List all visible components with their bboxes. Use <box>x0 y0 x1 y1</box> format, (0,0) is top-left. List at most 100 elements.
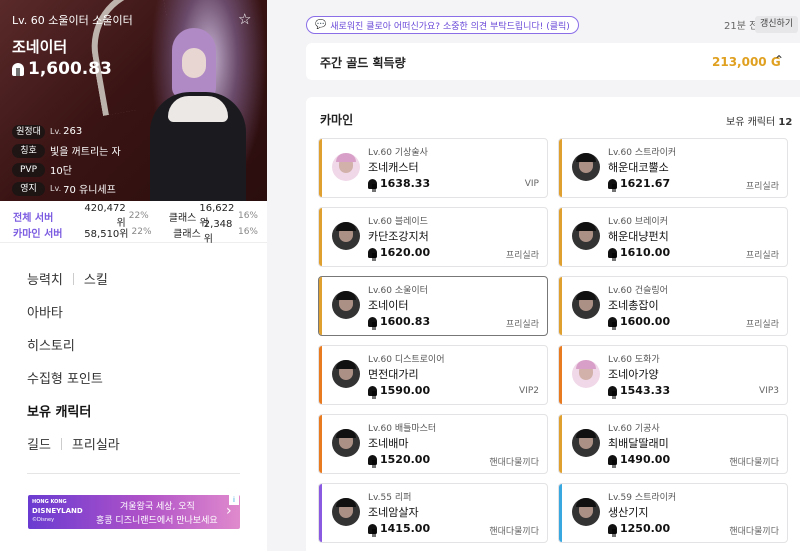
menu-guild[interactable]: 길드 <box>27 434 51 453</box>
card-item-level: 1415.00 <box>368 522 431 537</box>
card-item-level-value: 1250.00 <box>620 522 671 535</box>
roster-count-label: 보유 캐릭터 <box>726 117 776 128</box>
info-tag: PVP <box>12 162 45 177</box>
helmet-icon <box>368 385 377 399</box>
character-avatar <box>572 153 600 181</box>
card-level-class: Lv.60 블레이드 <box>368 217 428 227</box>
card-level-class: Lv.60 건슬링어 <box>608 286 668 296</box>
updated-time: 21분 전 <box>724 21 759 32</box>
card-character-name: 카단조강지처 <box>368 230 429 243</box>
character-card[interactable]: Lv.60 블레이드 카단조강지처 1620.00 프리실라 <box>318 207 548 267</box>
rank-class-value: 2,348위 <box>203 219 233 245</box>
rank-pct: 22% <box>128 211 149 221</box>
menu-avatar[interactable]: 아바타 <box>27 295 120 328</box>
helmet-icon <box>12 62 24 76</box>
character-sidebar: Lv. 60 소울이터 소울이터 ☆ 조네이터 1,600.83 원정대 Lv.… <box>0 0 267 551</box>
class-color-bar <box>559 484 562 542</box>
card-item-level-value: 1600.83 <box>380 315 431 328</box>
refresh-button[interactable]: 갱신하기 <box>755 16 799 33</box>
card-character-name: 면전대가리 <box>368 368 419 381</box>
info-row-pvp: PVP 10단 <box>12 160 121 179</box>
character-avatar <box>572 360 600 388</box>
card-character-name: 조네이터 <box>368 299 409 312</box>
helmet-icon <box>608 178 617 192</box>
menu-collectibles[interactable]: 수집형 포인트 <box>27 361 120 394</box>
character-card[interactable]: Lv.60 디스트로이어 면전대가리 1590.00 VIP2 <box>318 345 548 405</box>
character-level-class: Lv. 60 소울이터 소울이터 <box>12 14 133 27</box>
info-prefix: Lv. <box>50 184 62 193</box>
character-card[interactable]: Lv.60 스트라이커 해운대코뿔소 1621.67 프리실라 <box>558 138 788 198</box>
card-item-level: 1610.00 <box>608 246 671 261</box>
card-server-tag: 핸대다물끼다 <box>489 527 539 537</box>
ad-banner[interactable]: HONG KONG DISNEYLAND ©Disney 겨울왕국 세상, 오직… <box>28 495 240 529</box>
card-item-level: 1543.33 <box>608 384 670 399</box>
card-item-level-value: 1638.33 <box>380 177 431 190</box>
card-server-tag: 프리실라 <box>505 320 539 330</box>
character-name: 조네이터 <box>12 38 68 56</box>
info-tag: 영지 <box>12 181 45 196</box>
character-avatar <box>572 222 600 250</box>
card-item-level: 1250.00 <box>608 522 671 537</box>
character-card[interactable]: Lv.60 건슬링어 조네총잡이 1600.00 프리실라 <box>558 276 788 336</box>
character-avatar <box>572 291 600 319</box>
weekly-gold-panel[interactable]: 주간 골드 획득량 213,000 G ⌃ <box>306 43 800 80</box>
character-card[interactable]: Lv.60 기공사 최배달딸래미 1490.00 핸대다물끼다 <box>558 414 788 474</box>
helmet-icon <box>368 316 377 330</box>
menu-server[interactable]: 프리실라 <box>72 434 120 453</box>
card-character-name: 조네캐스터 <box>368 161 419 174</box>
card-server-tag: 핸대다물끼다 <box>729 458 779 468</box>
side-menu: 능력치 스킬 아바타 히스토리 수집형 포인트 보유 캐릭터 길드 프리실라 <box>27 262 120 460</box>
feedback-link[interactable]: 💬 새로워진 클로아 어떠신가요? 소중한 의견 부탁드립니다! (클릭) <box>306 16 579 34</box>
favorite-star-icon[interactable]: ☆ <box>238 10 251 28</box>
menu-history[interactable]: 히스토리 <box>27 328 120 361</box>
item-level-value: 1,600.83 <box>28 59 112 79</box>
menu-skills[interactable]: 스킬 <box>84 269 108 288</box>
weekly-gold-label: 주간 골드 획득량 <box>320 56 406 70</box>
character-card[interactable]: Lv.60 배틀마스터 조네배마 1520.00 핸대다물끼다 <box>318 414 548 474</box>
card-item-level: 1490.00 <box>608 453 671 468</box>
helmet-icon <box>368 178 377 192</box>
ad-logo-small: ©Disney <box>32 517 55 523</box>
info-row-title: 칭호 빛을 꺼트리는 자 <box>12 141 121 160</box>
info-prefix: Lv. <box>50 127 62 136</box>
card-item-level: 1600.00 <box>608 315 671 330</box>
character-card[interactable]: Lv.60 브레이커 해운대냥펀치 1610.00 프리실라 <box>558 207 788 267</box>
chevron-up-icon[interactable]: ⌃ <box>774 53 784 67</box>
character-avatar <box>572 429 600 457</box>
card-server-tag: 핸대다물끼다 <box>729 527 779 537</box>
ad-choices-icon[interactable]: i <box>229 495 239 505</box>
helmet-icon <box>608 247 617 261</box>
rank-row-server: 카마인 서버 58,510위 22% 클래스 2,348위 16% <box>13 219 258 245</box>
menu-row-guild-server: 길드 프리실라 <box>27 427 120 460</box>
character-avatar <box>332 429 360 457</box>
character-card[interactable]: Lv.60 소울이터조네이터 1600.83 프리실라 <box>318 276 548 336</box>
class-color-bar <box>559 277 562 335</box>
card-item-level-value: 1600.00 <box>620 315 671 328</box>
card-server-tag: 프리실라 <box>745 182 779 192</box>
character-card[interactable]: Lv.59 스트라이커 생산기지 1250.00 핸대다물끼다 <box>558 483 788 543</box>
card-item-level-value: 1415.00 <box>380 522 431 535</box>
rank-class-pct: 16% <box>237 227 258 237</box>
class-color-bar <box>319 415 322 473</box>
card-level-class: Lv.60 브레이커 <box>608 217 668 227</box>
card-item-level-value: 1610.00 <box>620 246 671 259</box>
class-color-bar <box>559 415 562 473</box>
helmet-icon <box>608 385 617 399</box>
character-card[interactable]: Lv.60 기상술사 조네캐스터 1638.33 VIP <box>318 138 548 198</box>
card-level-class: Lv.60 소울이터 <box>368 286 428 296</box>
card-server-tag: VIP3 <box>759 386 779 396</box>
menu-roster[interactable]: 보유 캐릭터 <box>27 394 120 427</box>
rank-pct: 22% <box>131 227 152 237</box>
card-item-level-value: 1590.00 <box>380 384 431 397</box>
card-item-level-value: 1490.00 <box>620 453 671 466</box>
character-card[interactable]: Lv.55 리퍼 조네암살자 1415.00 핸대다물끼다 <box>318 483 548 543</box>
menu-stats[interactable]: 능력치 <box>27 269 63 288</box>
class-color-bar <box>319 139 322 197</box>
info-value: 빛을 꺼트리는 자 <box>50 147 121 158</box>
card-level-class: Lv.60 기상술사 <box>368 148 428 158</box>
card-character-name: 조네아가양 <box>608 368 659 381</box>
roster-count: 보유 캐릭터 12 <box>726 113 792 128</box>
card-character-name: 조네암살자 <box>368 506 419 519</box>
chevron-right-icon: › <box>226 503 232 519</box>
character-card[interactable]: Lv.60 도화가 조네아가양 1543.33 VIP3 <box>558 345 788 405</box>
